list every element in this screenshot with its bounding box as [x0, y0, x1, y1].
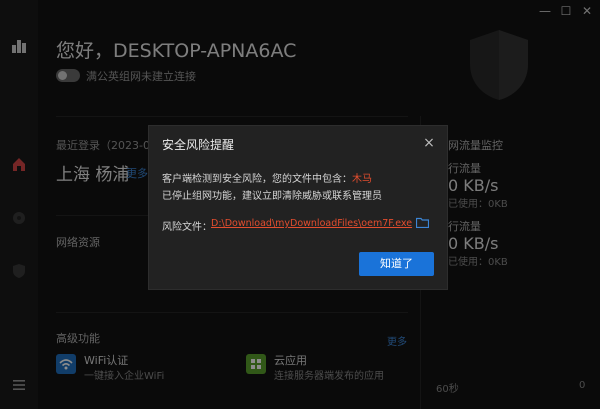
risk-file-label: 风险文件：	[162, 222, 212, 233]
dialog-message-line2: 已停止组网功能，建议立即清除威胁或联系管理员	[162, 191, 382, 202]
dialog-message-prefix: 客户端检测到安全风险，您的文件中包含：	[162, 174, 352, 185]
dialog-close-button[interactable]: ×	[420, 134, 438, 152]
risk-file-path-link[interactable]: D:\Download\myDownloadFiles\oem7F.exe	[211, 218, 412, 229]
threat-name: 木马	[352, 174, 372, 185]
dialog-message-line1: 客户端检测到安全风险，您的文件中包含：木马	[162, 170, 372, 185]
acknowledge-button[interactable]: 知道了	[359, 252, 434, 276]
dialog-title: 安全风险提醒	[162, 138, 235, 152]
folder-icon[interactable]	[416, 217, 429, 228]
security-risk-dialog: 安全风险提醒 × 客户端检测到安全风险，您的文件中包含：木马 已停止组网功能，建…	[148, 125, 448, 290]
